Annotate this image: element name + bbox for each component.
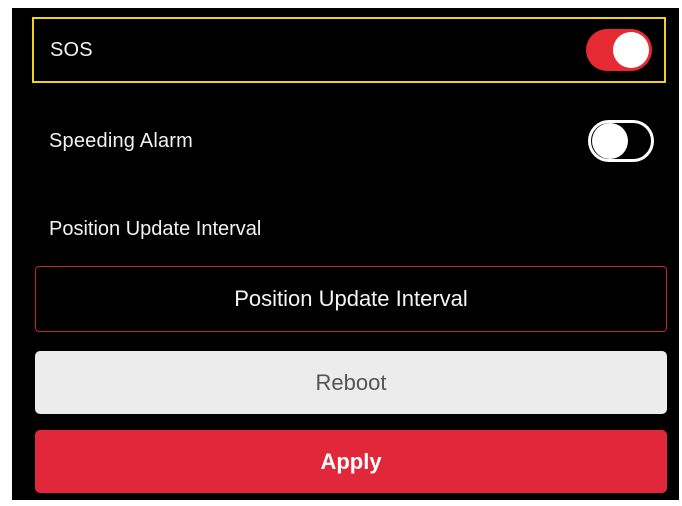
position-update-interval-label: Position Update Interval xyxy=(49,218,262,240)
position-update-interval-field[interactable]: Position Update Interval xyxy=(35,266,667,332)
toggle-knob xyxy=(613,32,649,68)
speeding-alarm-setting-row[interactable]: Speeding Alarm xyxy=(32,111,666,171)
settings-screen: SOS Speeding Alarm Position Update Inter… xyxy=(12,8,679,500)
sos-setting-row[interactable]: SOS xyxy=(32,17,666,83)
sos-label: SOS xyxy=(50,38,93,61)
speeding-alarm-label: Speeding Alarm xyxy=(49,129,194,152)
speeding-alarm-toggle[interactable] xyxy=(588,120,654,162)
sos-toggle[interactable] xyxy=(586,29,652,71)
apply-button[interactable]: Apply xyxy=(35,430,667,493)
reboot-button[interactable]: Reboot xyxy=(35,351,667,414)
toggle-knob xyxy=(592,123,628,159)
